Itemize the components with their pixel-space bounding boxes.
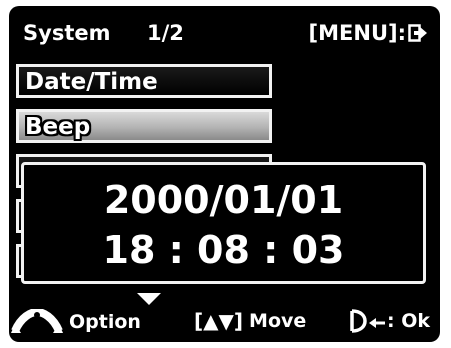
menu-item-label: Date/Time	[25, 69, 158, 95]
move-hint[interactable]: [▲▼] Move	[194, 309, 306, 333]
menu-exit-hint[interactable]: [MENU]:	[309, 20, 428, 46]
page-title: System	[23, 21, 111, 45]
scroll-down-arrow-icon	[137, 293, 161, 305]
camera-screen: System 1/2 [MENU]: Date/Time Beep 2000/0…	[9, 6, 440, 342]
ok-hint[interactable]: : Ok	[349, 309, 430, 333]
shutter-return-icon	[350, 309, 385, 333]
date-time-popup: 2000/01/01 18 : 08 : 03	[21, 162, 426, 284]
option-hint[interactable]: Option	[11, 309, 141, 335]
menu-item-beep[interactable]: Beep	[16, 109, 272, 143]
popup-date: 2000/01/01	[103, 178, 344, 222]
move-label: Move	[249, 310, 307, 332]
menu-item-date-time[interactable]: Date/Time	[16, 64, 272, 98]
menu-item-label: Beep	[25, 114, 91, 140]
ok-label: : Ok	[387, 310, 431, 332]
option-label: Option	[69, 311, 141, 333]
exit-arrow-icon	[408, 24, 427, 42]
option-dial-icon	[11, 309, 63, 333]
page-indicator: 1/2	[147, 21, 184, 45]
menu-exit-label: [MENU]:	[308, 21, 406, 45]
popup-time: 18 : 08 : 03	[102, 228, 345, 272]
up-down-keys-icon: [▲▼]	[194, 309, 244, 333]
